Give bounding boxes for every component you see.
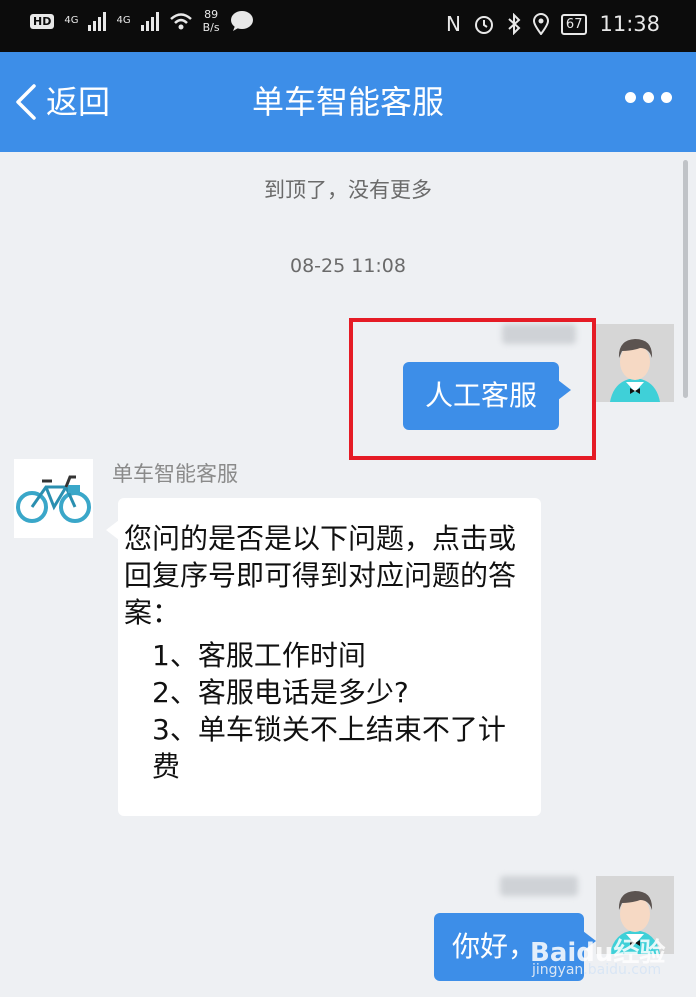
bot-name: 单车智能客服 [112, 462, 238, 486]
option-item[interactable]: 1、客服工作时间 [124, 637, 531, 674]
chat-area[interactable]: 到顶了，没有更多 08-25 11:08 人工客服 单车智能客服 您问的是否是以… [0, 152, 696, 997]
option-item[interactable]: 3、单车锁关不上结束不了计费 [124, 711, 531, 785]
more-dot-icon [625, 92, 636, 103]
app-header: 返回 单车智能客服 [0, 52, 696, 152]
wifi-icon [169, 13, 192, 30]
option-item[interactable]: 2、客服电话是多少? [124, 674, 531, 711]
speed-value: 89 [204, 8, 219, 21]
alarm-icon [474, 16, 493, 34]
nfc-icon: N [445, 12, 461, 36]
bot-message-intro: 您问的是否是以下问题，点击或回复序号即可得到对应问题的答案： [124, 522, 517, 629]
status-bar: HD 4G 4G 89 B/s N 67 11:38 [0, 0, 696, 52]
bluetooth-icon [508, 13, 521, 35]
bicycle-icon [14, 459, 93, 538]
message-icon [230, 11, 253, 31]
more-options-button[interactable] [625, 92, 672, 103]
clock: 11:38 [599, 12, 660, 36]
more-dot-icon [643, 92, 654, 103]
watermark-url: jingyan.baidu.com [532, 962, 662, 978]
user-avatar[interactable] [596, 324, 674, 402]
network-speed: 89 B/s [203, 8, 220, 34]
user-message-text: 人工客服 [424, 379, 537, 412]
hd-icon: HD [30, 13, 55, 29]
more-dot-icon [661, 92, 672, 103]
user-message-text: 你好， [452, 930, 537, 963]
signal-icon-1 [88, 11, 107, 31]
user-avatar-icon [596, 324, 674, 402]
user-name-blurred [500, 876, 578, 896]
battery-icon: 67 [560, 13, 588, 35]
top-notice: 到顶了，没有更多 [264, 178, 432, 202]
signal-icon-2 [140, 11, 159, 31]
page-title: 单车智能客服 [251, 83, 444, 121]
timestamp: 08-25 11:08 [289, 255, 406, 277]
network-type-2: 4G [116, 15, 131, 26]
bot-avatar[interactable] [14, 459, 93, 538]
speed-unit: B/s [202, 21, 220, 34]
bot-message-bubble[interactable]: 您问的是否是以下问题，点击或回复序号即可得到对应问题的答案： 1、客服工作时间 … [106, 498, 541, 816]
network-type-1: 4G [64, 15, 79, 26]
location-icon [532, 13, 549, 35]
user-message-bubble[interactable]: 人工客服 [403, 362, 571, 430]
